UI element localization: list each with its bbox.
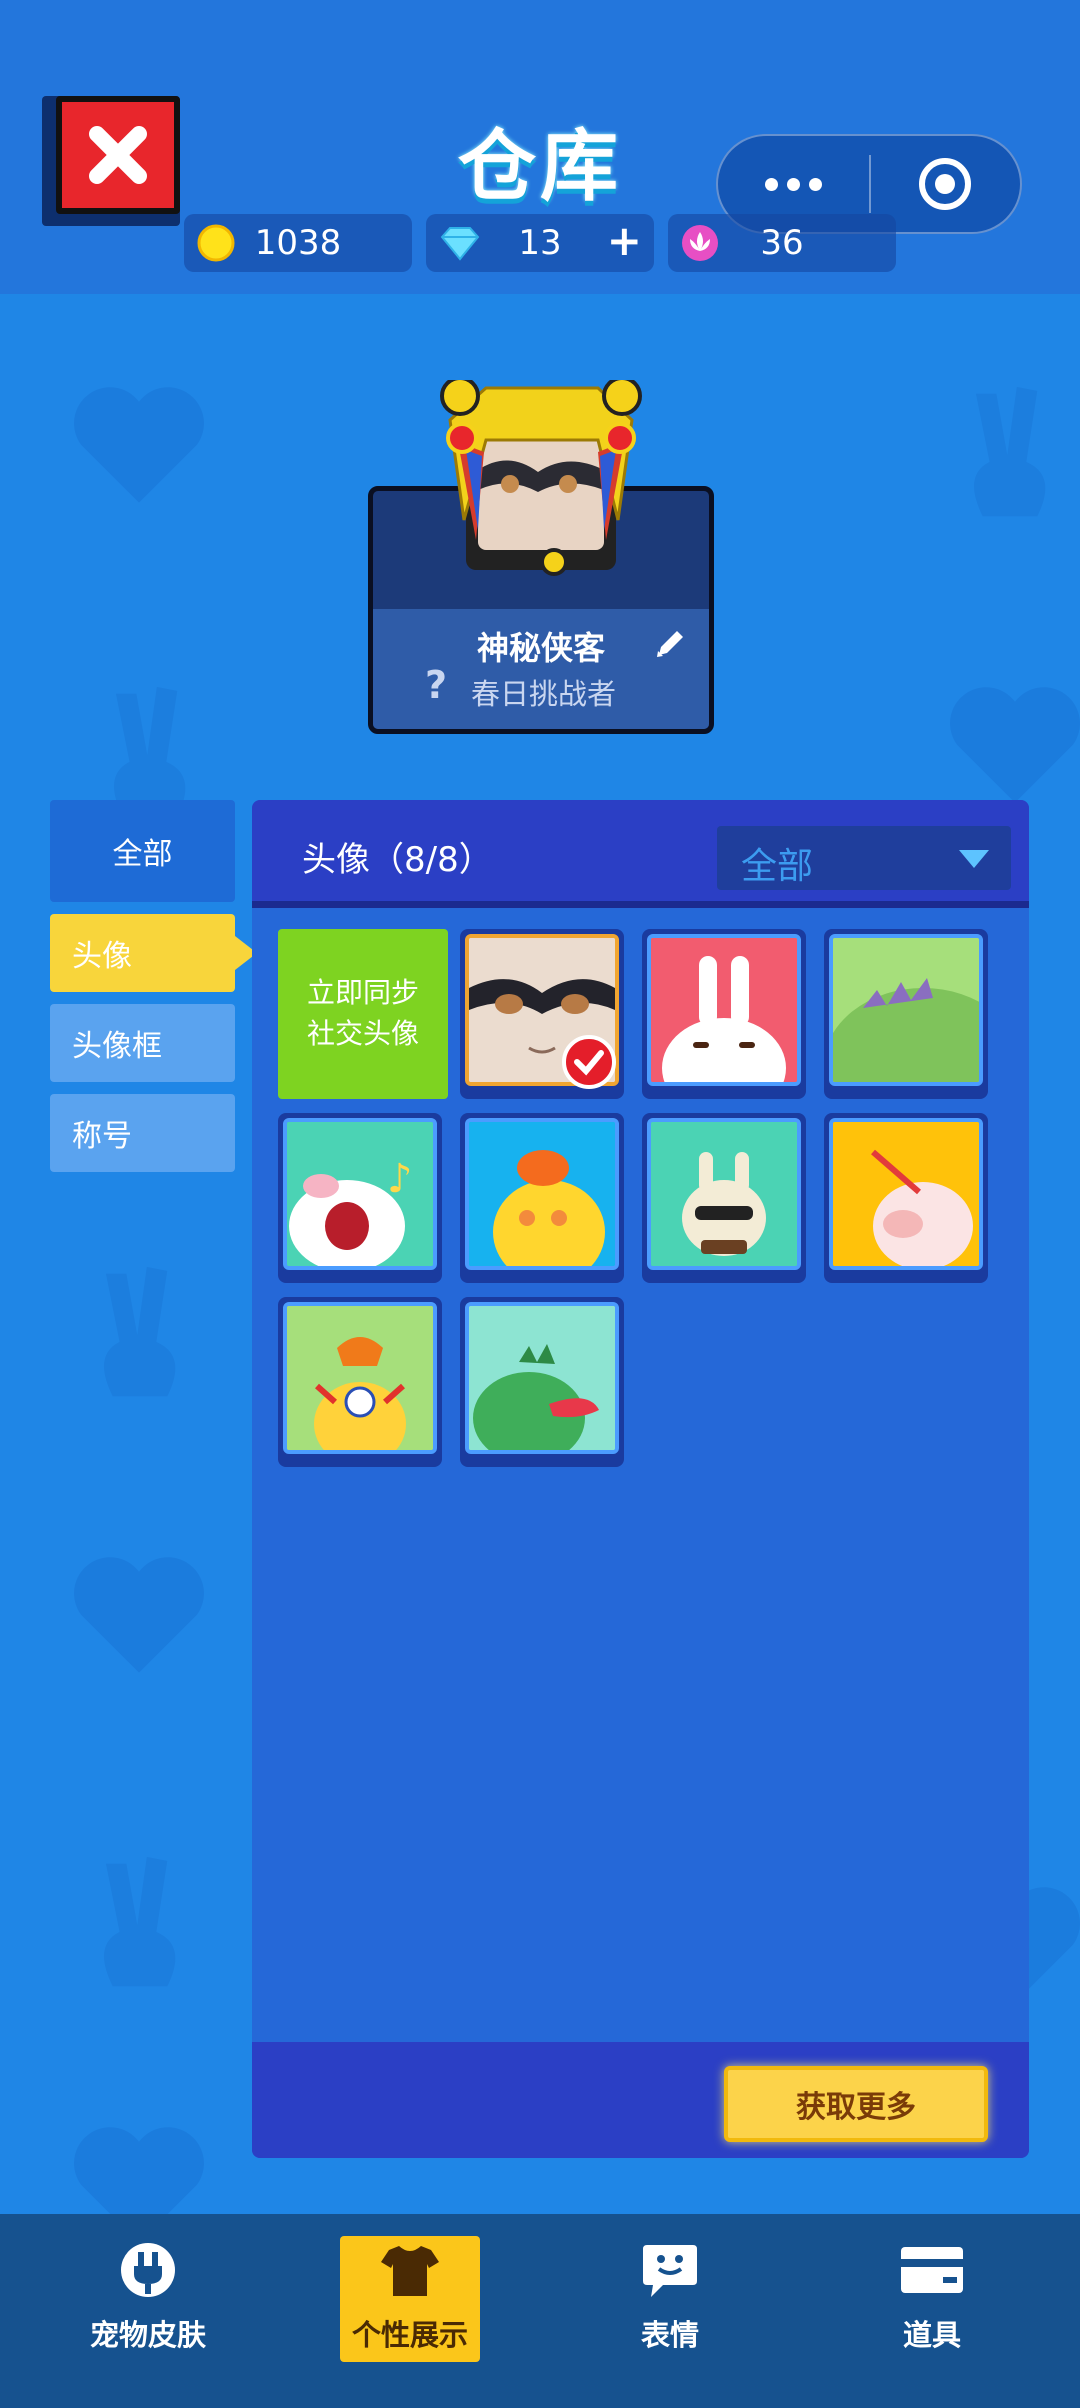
heart-pattern-icon: [74, 1557, 204, 1673]
sync-line-2: 社交头像: [306, 1017, 419, 1050]
avatar-item-white-rabbit[interactable]: [642, 929, 806, 1099]
chat-emoji-icon: [643, 2245, 697, 2297]
lion-avatar-icon: [287, 1306, 433, 1450]
pig-avatar-icon: [833, 1122, 979, 1266]
close-icon: [89, 126, 147, 184]
avatar-item-green-dino[interactable]: [460, 1297, 624, 1467]
filter-dropdown[interactable]: 全部: [717, 826, 1011, 890]
nav-showcase[interactable]: 个性展示: [340, 2236, 480, 2362]
dot-icon: [809, 177, 822, 191]
avatar-item-sunglasses-bunny[interactable]: [642, 1113, 806, 1283]
tshirt-icon: [381, 2246, 439, 2296]
bunny-pattern-icon: [973, 386, 1046, 517]
bunny-pattern-icon: [103, 1856, 176, 1987]
lotus-token-value: 36: [760, 223, 804, 263]
nav-pet-skins[interactable]: 宠物皮肤: [78, 2236, 218, 2362]
get-more-button[interactable]: 获取更多: [724, 2066, 988, 2142]
avatar-item-yellow-chick[interactable]: [460, 1113, 624, 1283]
nav-emotes-label: 表情: [640, 2318, 699, 2352]
sunglasses-bunny-avatar-icon: [651, 1122, 797, 1266]
tab-all[interactable]: 全部: [50, 800, 235, 902]
tab-title[interactable]: 称号: [50, 1094, 235, 1172]
target-icon: [919, 158, 972, 210]
dot-icon: [765, 177, 778, 191]
green-dino-avatar-icon: [469, 1306, 615, 1450]
close-button[interactable]: [42, 96, 180, 226]
plug-icon: [121, 2243, 175, 2297]
card-icon: [901, 2247, 963, 2293]
tab-avatar-frame[interactable]: 头像框: [50, 1004, 235, 1082]
avatar-item-singing-bunny[interactable]: ♪: [278, 1113, 442, 1283]
yellow-chick-avatar-icon: [469, 1122, 615, 1266]
panel-footer: 获取更多: [252, 2042, 1029, 2158]
header-bar: 仓库 1038 13 + 36: [0, 0, 1080, 294]
white-rabbit-avatar-icon: [651, 938, 797, 1082]
nav-items[interactable]: 道具: [862, 2236, 1002, 2362]
gold-coin-counter: 1038: [184, 214, 412, 272]
nav-showcase-label: 个性展示: [351, 2318, 468, 2352]
add-diamond-button[interactable]: +: [607, 216, 642, 265]
gold-coin-value: 1038: [254, 223, 342, 263]
sync-social-avatar-button[interactable]: 立即同步 社交头像: [278, 929, 448, 1099]
nav-emotes[interactable]: 表情: [600, 2236, 740, 2362]
singing-bunny-avatar-icon: ♪: [287, 1122, 433, 1266]
current-avatar[interactable]: [438, 376, 644, 584]
bottom-navigation: 宠物皮肤 个性展示 表情 道具: [0, 2214, 1080, 2408]
green-dino-back-avatar-icon: [833, 938, 979, 1082]
sync-line-1: 立即同步: [306, 976, 419, 1010]
more-options-button[interactable]: [718, 177, 869, 191]
avatar-item-green-dino-back[interactable]: [824, 929, 988, 1099]
dot-icon: [787, 177, 800, 191]
edit-pencil-icon[interactable]: [653, 627, 687, 661]
avatar-item-pig[interactable]: [824, 1113, 988, 1283]
avatar-item-lion[interactable]: [278, 1297, 442, 1467]
avatar-item-masked-hero[interactable]: [460, 929, 624, 1099]
diamond-counter: 13 +: [426, 214, 654, 272]
selected-check-icon: [562, 1035, 616, 1089]
lotus-token-counter: 36: [668, 214, 896, 272]
svg-text:♪: ♪: [387, 1156, 413, 1202]
heart-pattern-icon: [74, 387, 204, 503]
masked-hero-avatar-icon: [440, 376, 642, 576]
dropdown-arrow-icon: [959, 850, 989, 868]
nav-items-label: 道具: [902, 2318, 961, 2352]
panel-header: 头像（8/8） 全部: [252, 800, 1029, 908]
tab-avatar[interactable]: 头像: [50, 914, 257, 992]
profile-title: 春日挑战者: [471, 677, 617, 711]
bunny-pattern-icon: [103, 1266, 176, 1397]
panel-title: 头像（8/8）: [302, 840, 493, 880]
heart-pattern-icon: [950, 687, 1080, 803]
question-mark-icon: ?: [425, 663, 448, 707]
filter-selected-value: 全部: [741, 846, 814, 887]
nav-pet-skins-label: 宠物皮肤: [89, 2318, 206, 2352]
exit-mini-program-button[interactable]: [871, 156, 1020, 212]
page-title: 仓库: [457, 122, 622, 212]
